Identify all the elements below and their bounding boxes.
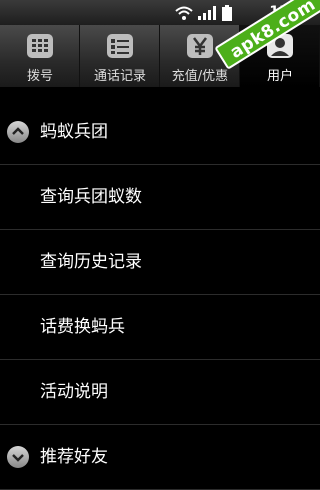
menu-list: 蚂蚁兵团 查询兵团蚁数 查询历史记录 话费换蚂兵 活动说明 推荐好友 (0, 100, 320, 490)
group-ant-corps[interactable]: 蚂蚁兵团 (0, 100, 320, 165)
menu-item-activity-info[interactable]: 活动说明 (0, 360, 320, 425)
call-log-icon (107, 34, 133, 58)
menu-item-query-count[interactable]: 查询兵团蚁数 (0, 165, 320, 230)
group-recommend-friends[interactable]: 推荐好友 (0, 425, 320, 490)
menu-item-exchange[interactable]: 话费换蚂兵 (0, 295, 320, 360)
tab-label: 通话记录 (93, 69, 146, 84)
tab-label: 用户 (266, 69, 293, 84)
tab-label: 拨号 (26, 69, 53, 84)
menu-item-label: 查询历史记录 (40, 252, 142, 272)
menu-item-label: 查询兵团蚁数 (40, 187, 142, 207)
tab-call-log[interactable]: 通话记录 (80, 25, 160, 87)
signal-icon (198, 6, 216, 20)
yuan-icon (187, 34, 213, 58)
group-label: 蚂蚁兵团 (40, 122, 108, 142)
group-label: 推荐好友 (40, 447, 108, 467)
menu-item-query-history[interactable]: 查询历史记录 (0, 230, 320, 295)
menu-item-label: 话费换蚂兵 (40, 317, 125, 337)
wifi-icon (175, 6, 193, 20)
menu-item-label: 活动说明 (40, 382, 108, 402)
chevron-up-icon (7, 121, 29, 143)
chevron-down-icon (7, 446, 29, 468)
battery-icon (222, 5, 232, 21)
tab-dial[interactable]: 拨号 (0, 25, 80, 87)
dialpad-icon (27, 34, 53, 58)
